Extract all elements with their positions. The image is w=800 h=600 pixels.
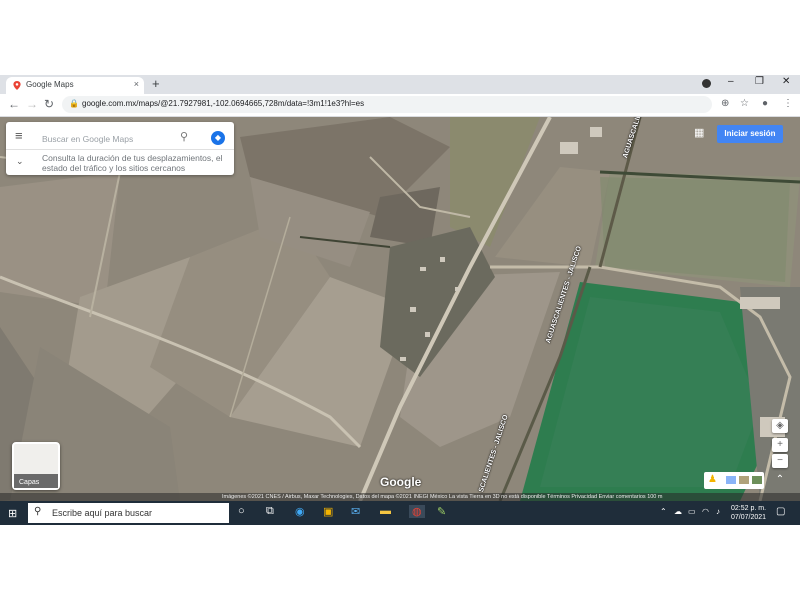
menu-kebab-icon[interactable]: ⋮	[783, 98, 793, 109]
satellite-thumb-icon[interactable]	[752, 476, 762, 484]
expand-up-icon[interactable]: ⌃	[772, 473, 788, 487]
maps-pin-icon	[13, 81, 21, 90]
chevron-down-icon[interactable]: ⌄	[16, 156, 24, 167]
tab-strip: Google Maps × + – ❐ ✕	[0, 75, 800, 94]
apps-grid-icon[interactable]: ▦	[694, 126, 704, 139]
tab-google-maps[interactable]: Google Maps ×	[6, 77, 144, 94]
clock-time: 02:52 p. m.	[731, 505, 767, 512]
minimize-button[interactable]: –	[728, 76, 734, 87]
chevron-up-icon[interactable]: ⌃	[660, 507, 667, 516]
clock-date: 07/07/2021	[731, 514, 767, 521]
cloud-icon[interactable]: ☁	[674, 507, 682, 516]
back-button[interactable]: ←	[8, 97, 20, 111]
close-icon[interactable]: ×	[134, 79, 139, 89]
google-logo: Google	[380, 475, 422, 489]
clock[interactable]: 02:52 p. m. 07/07/2021	[731, 504, 766, 522]
layers-label: Capas	[19, 479, 40, 486]
terrain-thumb-icon[interactable]	[739, 476, 749, 484]
search-panel: ≡ Buscar en Google Maps ⚲ ◆ ⌄ Consulta l…	[6, 122, 234, 175]
sign-in-button[interactable]: Iniciar sesión	[717, 125, 783, 143]
attribution-text: Imágenes ©2021 CNES / Airbus, Maxar Tech…	[222, 494, 663, 500]
bookmark-star-icon[interactable]: ☆	[740, 98, 749, 109]
notification-icon[interactable]: ▢	[776, 506, 785, 517]
pegman-icon[interactable]: ♟	[708, 474, 717, 485]
profile-avatar-icon[interactable]: ●	[762, 98, 768, 109]
divider	[6, 149, 234, 150]
search-input[interactable]: Buscar en Google Maps	[42, 134, 133, 144]
cortana-icon[interactable]: ○	[238, 505, 245, 517]
lock-icon: 🔒	[69, 99, 79, 108]
task-view-icon[interactable]: ⧉	[266, 505, 274, 518]
windows-start-icon[interactable]: ⊞	[8, 507, 17, 520]
attribution-bar: Imágenes ©2021 CNES / Airbus, Maxar Tech…	[0, 493, 800, 501]
tab-search-icon[interactable]	[702, 79, 711, 88]
paint-icon[interactable]: ✎	[437, 505, 446, 518]
close-window-button[interactable]: ✕	[782, 76, 790, 87]
forward-button[interactable]: →	[26, 97, 38, 111]
new-tab-button[interactable]: +	[152, 76, 160, 91]
install-icon[interactable]: ⊕	[721, 98, 729, 109]
tab-title: Google Maps	[26, 80, 74, 89]
globe-thumb-icon[interactable]	[726, 476, 736, 484]
hamburger-menu-icon[interactable]: ≡	[15, 128, 23, 143]
maximize-button[interactable]: ❐	[755, 76, 764, 87]
search-icon[interactable]: ⚲	[180, 130, 188, 143]
file-explorer-icon[interactable]: ▬	[380, 505, 391, 517]
compass-icon[interactable]: ◈	[772, 419, 788, 433]
browser-toolbar: ← → ↻ 🔒 google.com.mx/maps/@21.7927981,-…	[0, 94, 800, 117]
zoom-out-button[interactable]: −	[772, 454, 788, 468]
wifi-icon[interactable]: ◠	[702, 507, 709, 516]
satellite-map[interactable]: ≡ Buscar en Google Maps ⚲ ◆ ⌄ Consulta l…	[0, 117, 800, 501]
reload-button[interactable]: ↻	[44, 97, 54, 111]
directions-icon[interactable]: ◆	[211, 131, 225, 145]
store-icon[interactable]: ▣	[323, 505, 333, 518]
mail-icon[interactable]: ✉	[351, 505, 360, 518]
travel-hint: Consulta la duración de tus desplazamien…	[42, 153, 223, 173]
volume-icon[interactable]: ♪	[716, 507, 720, 516]
chrome-icon[interactable]: ◍	[409, 505, 425, 518]
address-bar[interactable]: 🔒 google.com.mx/maps/@21.7927981,-102.06…	[62, 96, 712, 113]
battery-icon[interactable]: ▭	[688, 507, 696, 516]
taskbar-search-text: Escribe aquí para buscar	[52, 508, 153, 518]
taskbar-search[interactable]: ⚲ Escribe aquí para buscar	[28, 503, 229, 523]
taskbar: ⊞ ⚲ Escribe aquí para buscar ○ ⧉ ◉ ▣ ✉ ▬…	[0, 501, 800, 525]
layers-button[interactable]: Capas	[12, 442, 60, 490]
url-text: google.com.mx/maps/@21.7927981,-102.0694…	[82, 99, 365, 108]
screen: Google Maps × + – ❐ ✕ ← → ↻ 🔒 google.com…	[0, 75, 800, 525]
zoom-in-button[interactable]: +	[772, 438, 788, 452]
imagery-strip[interactable]: ♟	[704, 472, 764, 489]
edge-icon[interactable]: ◉	[295, 505, 305, 518]
search-icon: ⚲	[34, 506, 42, 517]
